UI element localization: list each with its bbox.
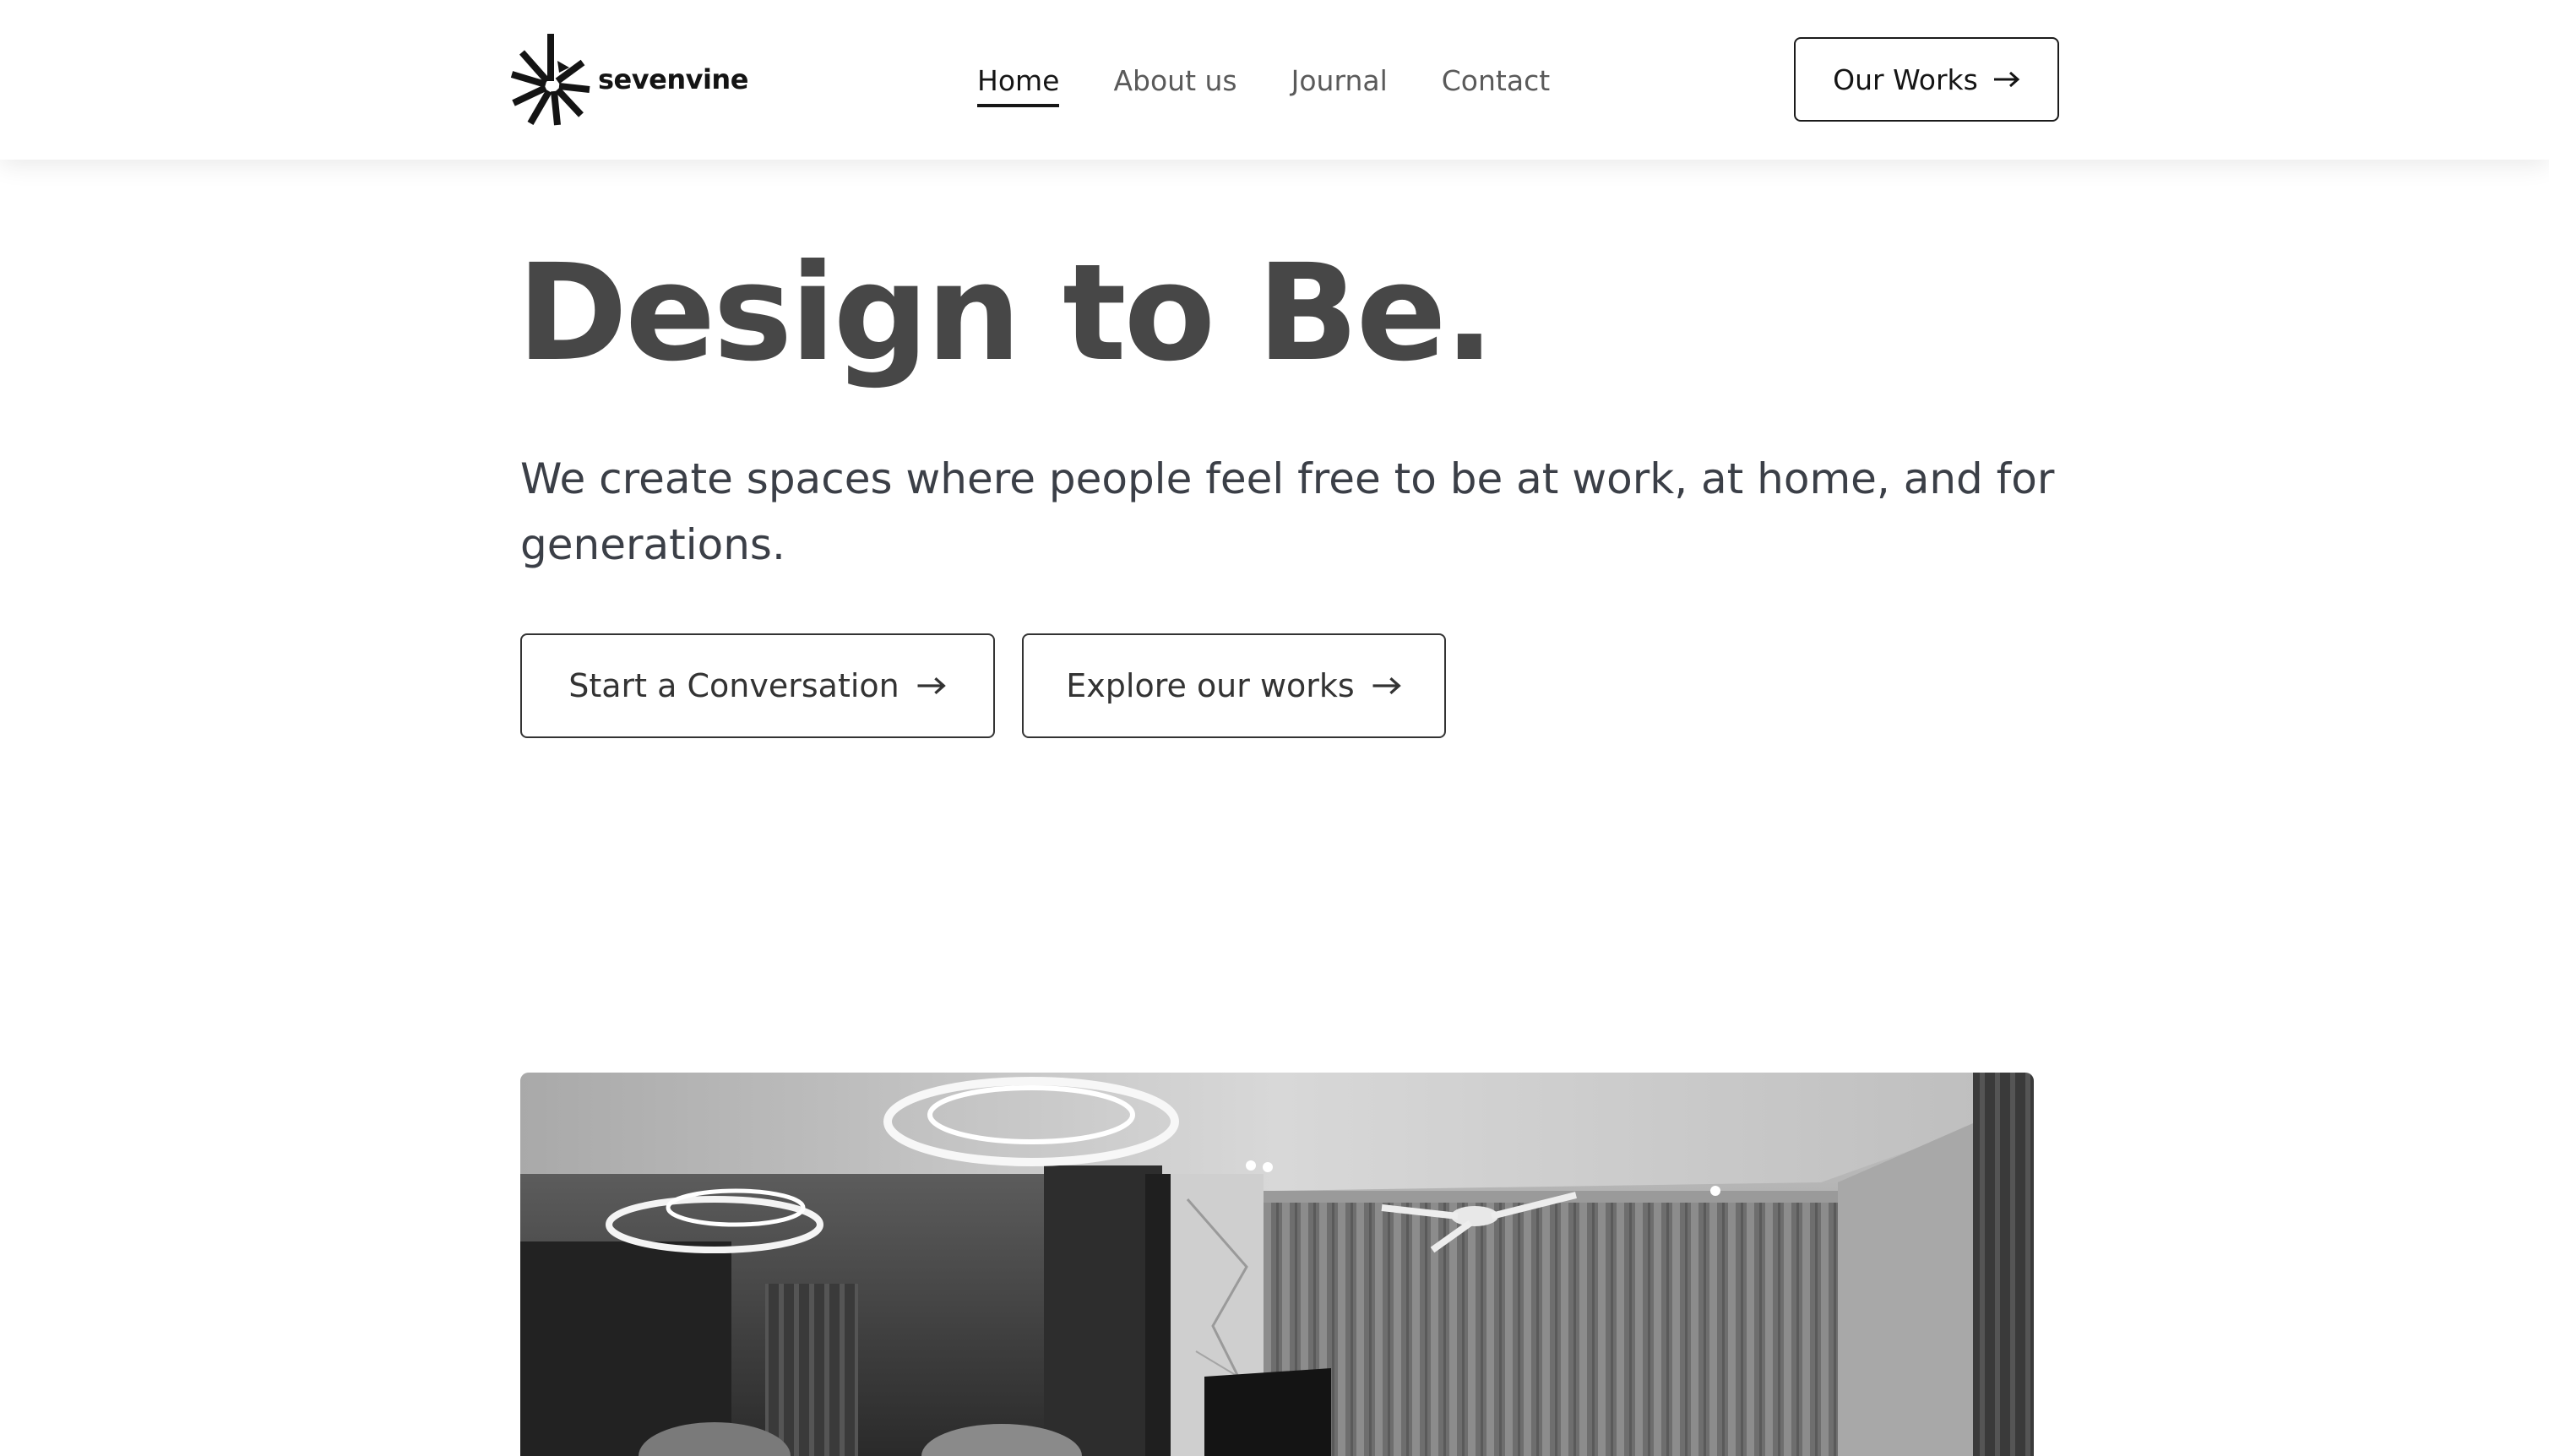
nav-item-home[interactable]: Home [977,47,1060,114]
our-works-label: Our Works [1833,62,1978,96]
nav-item-about-us[interactable]: About us [1113,47,1236,114]
logo[interactable]: sevenvine [508,30,748,128]
nav-item-journal[interactable]: Journal [1291,47,1388,114]
explore-works-button[interactable]: Explore our works [1022,633,1446,738]
site-header: sevenvine Home About us Journal Contact … [0,0,2549,160]
arrow-right-icon [917,676,946,695]
interior-photo [520,1073,2034,1456]
main-nav: Home About us Journal Contact [977,44,1550,117]
hero-title: Design to Be. [517,236,1495,391]
hero-interior-image [520,1073,2034,1456]
arrow-right-icon [1993,71,2020,88]
hero-subtitle: We create spaces where people feel free … [520,454,2055,569]
our-works-button[interactable]: Our Works [1794,37,2059,122]
arrow-right-icon [1372,676,1401,695]
start-conversation-button[interactable]: Start a Conversation [520,633,995,738]
starburst-logo-icon [510,34,590,126]
nav-item-contact[interactable]: Contact [1442,47,1550,114]
logo-text: sevenvine [598,63,748,95]
explore-works-label: Explore our works [1066,667,1355,704]
start-conversation-label: Start a Conversation [568,667,899,704]
